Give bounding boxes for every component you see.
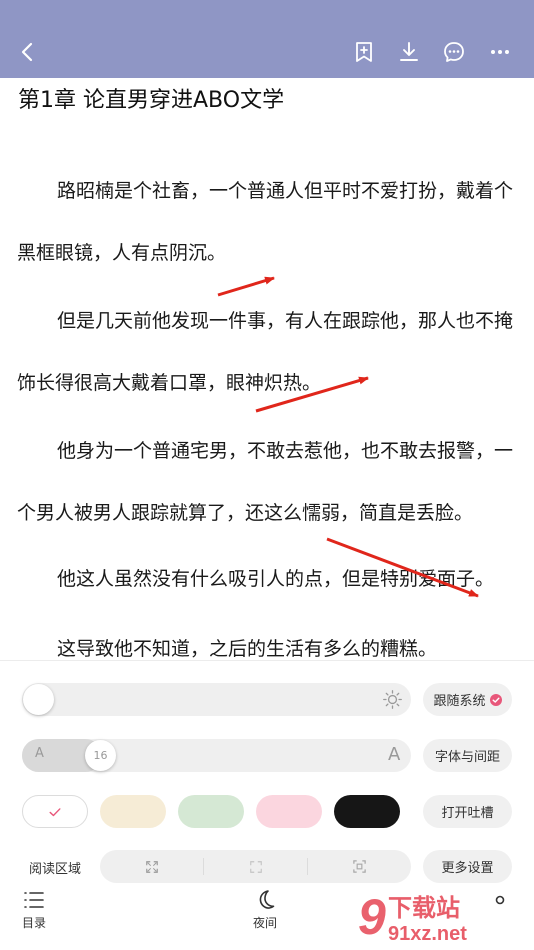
table-of-contents-button[interactable]: 目录 [22, 888, 46, 931]
theme-beige-swatch[interactable] [100, 795, 166, 828]
svg-text:91xz.net: 91xz.net [388, 923, 467, 945]
brightness-slider[interactable] [22, 683, 411, 716]
download-button[interactable] [393, 36, 425, 68]
more-settings-label: 更多设置 [441, 861, 494, 876]
open-comments-label: 打开吐槽 [441, 806, 494, 821]
night-label: 夜间 [253, 916, 278, 930]
moon-icon [259, 890, 275, 909]
night-mode-button[interactable]: 夜间 [253, 888, 277, 931]
theme-green-swatch[interactable] [178, 795, 244, 828]
reading-area-focus-button[interactable] [308, 850, 411, 883]
follow-system-button[interactable]: 跟随系统 [423, 683, 512, 716]
svg-text:9: 9 [358, 889, 386, 945]
font-spacing-label: 字体与间距 [434, 750, 500, 765]
reader-settings-panel: 跟随系统 A 16 A 字体与间距 打开吐槽 阅读区域 更多设置 目录 夜间 9… [0, 660, 534, 950]
paragraph: 但是几天前他发现一件事，有人在跟踪他，那人也不掩饰长得很高大戴着口罩，眼神炽热。 [17, 310, 514, 394]
brightness-sun-icon [383, 690, 402, 709]
comment-icon [444, 42, 464, 62]
reading-area-label: 阅读区域 [29, 862, 82, 877]
comment-button[interactable] [438, 36, 470, 68]
font-spacing-button[interactable]: 字体与间距 [423, 739, 512, 772]
font-size-value: 16 [93, 749, 108, 762]
font-size-knob[interactable]: 16 [85, 740, 116, 771]
toc-label: 目录 [22, 916, 47, 930]
svg-text:下载站: 下载站 [388, 894, 460, 922]
check-badge-icon [489, 693, 502, 706]
open-comments-button[interactable]: 打开吐槽 [423, 795, 512, 828]
follow-system-label: 跟随系统 [433, 694, 486, 709]
theme-black-swatch[interactable] [334, 795, 400, 828]
font-size-large-label: A [388, 744, 401, 765]
more-settings-button[interactable]: 更多设置 [423, 850, 512, 883]
more-icon [491, 50, 509, 54]
paragraph: 他这人虽然没有什么吸引人的点，但是特别爱面子。 [57, 568, 495, 590]
reading-area[interactable]: 第1章 论直男穿进ABO文学 路昭楠是个社畜，一个普通人但平时不爱打扮，戴着个黑… [0, 78, 534, 660]
paragraph: 路昭楠是个社畜，一个普通人但平时不爱打扮，戴着个黑框眼镜，人有点阴沉。 [17, 180, 514, 264]
paragraph: 这导致他不知道，之后的生活有多么的糟糕。 [57, 638, 438, 660]
reading-area-selector [100, 850, 411, 883]
focus-icon [353, 860, 366, 873]
font-size-small-label: A [35, 746, 44, 761]
shrink-icon [249, 860, 262, 873]
reading-area-shrink-button[interactable] [204, 850, 307, 883]
third-nav-button[interactable] [488, 888, 512, 912]
more-button[interactable] [484, 36, 516, 68]
add-bookmark-icon [356, 42, 372, 62]
list-icon [24, 892, 44, 908]
theme-pink-swatch[interactable] [256, 795, 322, 828]
expand-icon [145, 860, 158, 873]
settings-icon [495, 895, 505, 905]
back-icon [21, 42, 33, 62]
add-bookmark-button[interactable] [348, 36, 380, 68]
theme-white-swatch[interactable] [22, 795, 88, 828]
reading-area-expand-button[interactable] [100, 850, 203, 883]
chapter-title: 第1章 论直男穿进ABO文学 [18, 88, 285, 113]
back-button[interactable] [12, 36, 44, 68]
brightness-knob[interactable] [23, 684, 54, 715]
font-size-slider[interactable]: A 16 A [22, 739, 411, 772]
download-icon [400, 42, 418, 61]
top-toolbar [0, 0, 534, 78]
checkmark-icon [49, 807, 61, 816]
paragraph: 他身为一个普通宅男，不敢去惹他，也不敢去报警，一个男人被男人跟踪就算了，还这么懦… [17, 440, 514, 524]
